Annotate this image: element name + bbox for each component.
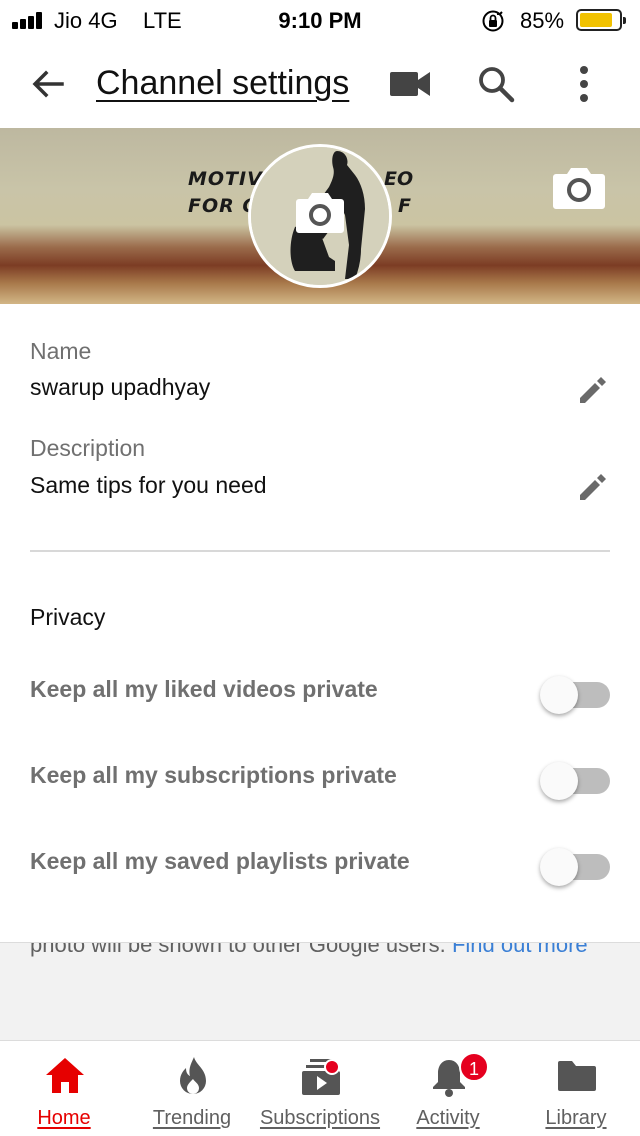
battery-percent: 85% xyxy=(520,8,565,33)
nav-trending-label: Trending xyxy=(152,1107,232,1129)
page-title: Channel settings xyxy=(96,64,350,102)
privacy-subscriptions-label: Keep all my subscriptions private xyxy=(30,762,397,788)
nav-activity[interactable]: 1 Activity xyxy=(384,1041,512,1136)
privacy-heading: Privacy xyxy=(30,604,106,630)
nav-activity-label: Activity xyxy=(416,1107,480,1129)
privacy-subscriptions-row[interactable]: Keep all my subscriptions private xyxy=(0,748,640,808)
nav-subscriptions[interactable]: Subscriptions xyxy=(256,1041,384,1136)
activity-badge: 1 xyxy=(459,1052,489,1082)
video-camera-icon[interactable] xyxy=(388,66,432,102)
liked-videos-private-toggle[interactable] xyxy=(540,674,612,714)
folder-icon xyxy=(558,1061,596,1091)
info-text: photo will be shown to other Google user… xyxy=(30,943,610,959)
section-divider xyxy=(30,550,610,552)
nav-library[interactable]: Library xyxy=(512,1041,640,1136)
find-out-more-link[interactable]: Find out more xyxy=(452,943,588,957)
name-label: Name xyxy=(30,338,92,364)
arrow-back-icon[interactable] xyxy=(26,62,70,106)
nav-home-label: Home xyxy=(37,1107,91,1129)
subscriptions-new-dot xyxy=(324,1059,340,1075)
edit-description-pencil-icon[interactable] xyxy=(574,469,610,505)
nav-home[interactable]: Home xyxy=(0,1041,128,1136)
subscriptions-private-toggle[interactable] xyxy=(540,760,612,800)
privacy-saved-playlists-label: Keep all my saved playlists private xyxy=(30,848,410,874)
description-value: Same tips for you need xyxy=(30,472,267,498)
change-avatar-camera-icon[interactable] xyxy=(295,190,345,234)
description-label: Description xyxy=(30,435,146,461)
battery-icon xyxy=(576,9,626,31)
name-value: swarup upadhyay xyxy=(30,374,211,400)
home-icon xyxy=(46,1058,84,1093)
edit-name-pencil-icon[interactable] xyxy=(574,372,610,408)
privacy-saved-playlists-row[interactable]: Keep all my saved playlists private xyxy=(0,834,640,894)
privacy-liked-videos-label: Keep all my liked videos private xyxy=(30,676,378,702)
info-panel: photo will be shown to other Google user… xyxy=(0,942,640,1040)
privacy-liked-videos-row[interactable]: Keep all my liked videos private xyxy=(0,662,640,722)
status-bar: Jio 4G LTE 9:10 PM 85% xyxy=(0,0,640,40)
search-icon[interactable] xyxy=(474,62,518,106)
nav-library-label: Library xyxy=(545,1107,607,1129)
saved-playlists-private-toggle[interactable] xyxy=(540,846,612,886)
bottom-navigation: Home Trending Subscriptions 1 Activity L… xyxy=(0,1040,640,1136)
change-banner-camera-icon[interactable] xyxy=(552,164,606,210)
nav-trending[interactable]: Trending xyxy=(128,1041,256,1136)
flame-icon xyxy=(180,1057,206,1094)
nav-subscriptions-label: Subscriptions xyxy=(259,1107,381,1129)
more-vert-icon[interactable] xyxy=(566,62,602,106)
app-bar: Channel settings xyxy=(0,40,640,128)
rotation-lock-icon xyxy=(482,10,504,32)
